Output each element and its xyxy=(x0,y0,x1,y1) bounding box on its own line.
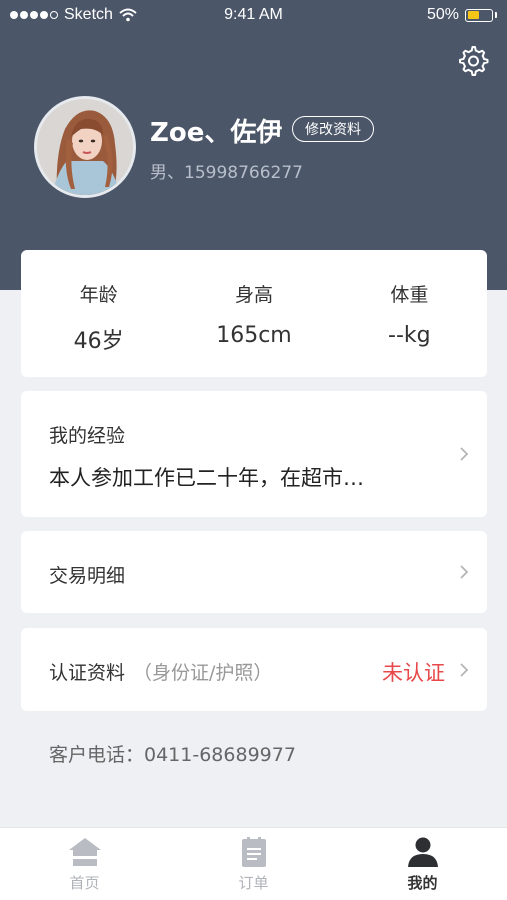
stat-label: 体重 xyxy=(390,284,429,306)
tab-profile[interactable]: 我的 xyxy=(338,828,507,900)
avatar[interactable] xyxy=(34,96,136,198)
experience-text: 本人参加工作已二十年，在超市… xyxy=(49,466,364,490)
gender-phone: 男、15998766277 xyxy=(150,163,303,183)
experience-card[interactable]: 我的经验 本人参加工作已二十年，在超市… xyxy=(21,391,487,517)
trade-details-row[interactable]: 交易明细 xyxy=(21,531,487,613)
certification-hint: （身份证/护照） xyxy=(133,662,273,684)
stat-value: 165cm xyxy=(216,323,292,348)
battery-tip xyxy=(495,12,497,18)
trade-details-label: 交易明细 xyxy=(49,565,126,587)
home-icon xyxy=(68,838,101,866)
customer-phone[interactable]: 客户电话：0411-68689977 xyxy=(49,740,296,767)
stat-label: 身高 xyxy=(234,284,273,306)
stat-label: 年龄 xyxy=(79,284,118,306)
certification-row[interactable]: 认证资料 （身份证/护照） 未认证 xyxy=(21,628,487,711)
order-icon xyxy=(241,837,266,867)
gear-icon[interactable] xyxy=(458,45,490,77)
certification-label: 认证资料 （身份证/护照） xyxy=(49,658,272,685)
tab-bar: 首页 订单 我的 xyxy=(0,827,507,900)
chevron-right-icon xyxy=(460,565,469,579)
stat-value: 46岁 xyxy=(73,329,124,354)
battery-fill xyxy=(467,11,479,19)
stat-value: --kg xyxy=(388,323,431,348)
battery-info: 50% xyxy=(427,6,497,24)
battery-percent: 50% xyxy=(426,6,459,23)
stat-weight: 体重 --kg xyxy=(332,250,487,377)
stat-age: 年龄 46岁 xyxy=(21,250,176,377)
user-name: Zoe、佐伊 xyxy=(150,118,283,148)
chevron-right-icon xyxy=(460,447,469,461)
tab-label: 订单 xyxy=(238,874,269,892)
certification-status: 未认证 xyxy=(382,661,445,685)
avatar-portrait xyxy=(37,99,133,195)
battery-icon xyxy=(465,8,493,22)
status-bar: Sketch 9:41 AM 50% xyxy=(0,0,507,30)
tab-label: 我的 xyxy=(407,874,438,892)
stats-card: 年龄 46岁 身高 165cm 体重 --kg xyxy=(21,250,487,377)
tab-label: 首页 xyxy=(69,874,100,892)
tab-home[interactable]: 首页 xyxy=(0,828,169,900)
tab-orders[interactable]: 订单 xyxy=(169,828,338,900)
stat-height: 身高 165cm xyxy=(176,250,331,377)
experience-title: 我的经验 xyxy=(49,425,126,447)
chevron-right-icon xyxy=(460,663,469,677)
certification-title: 认证资料 xyxy=(49,662,126,684)
edit-profile-button[interactable]: 修改资料 xyxy=(292,116,374,142)
user-icon xyxy=(407,837,438,867)
